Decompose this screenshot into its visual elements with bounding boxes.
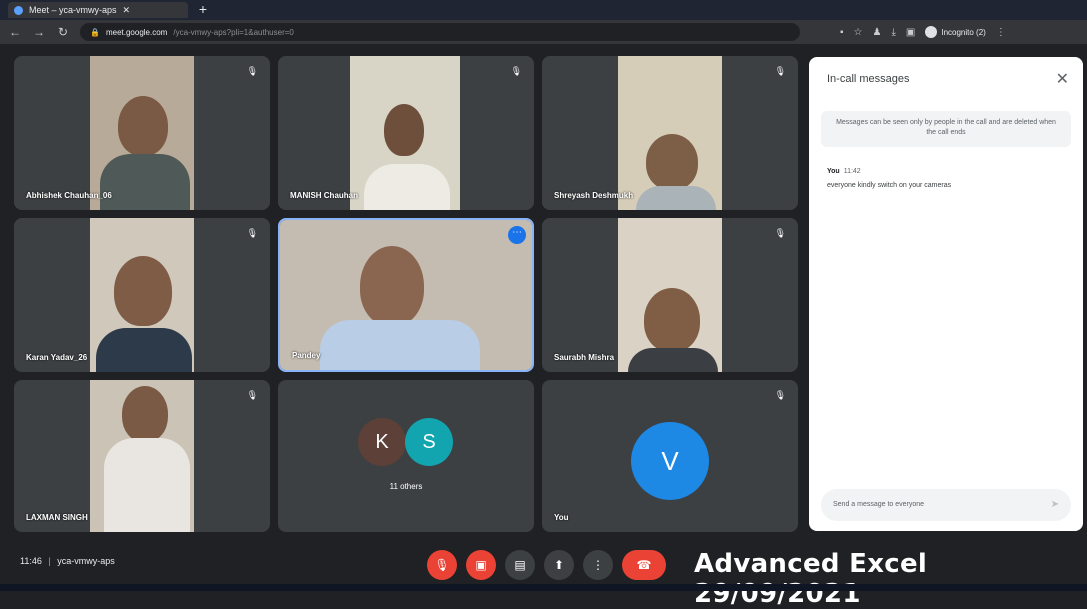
sidepanel-icon[interactable]: ▣ <box>906 27 915 38</box>
participant-video <box>618 218 722 372</box>
avatar-v: V <box>631 422 709 500</box>
participant-video <box>350 56 460 210</box>
participant-video <box>618 56 722 210</box>
avatar-k: K <box>358 418 406 466</box>
participant-name: Pandey <box>292 351 321 360</box>
participant-tile-speaking[interactable]: ⋯ Pandey <box>278 218 534 372</box>
others-tile[interactable]: K S 11 others <box>278 380 534 532</box>
camera-toggle-button[interactable]: ▣ <box>466 550 496 580</box>
participant-video <box>90 218 194 372</box>
participant-tile[interactable]: 🎙 LAXMAN SINGH <box>14 380 270 532</box>
tab-inactive[interactable] <box>723 2 818 18</box>
participant-tile[interactable]: 🎙 Shreyash Deshmukh <box>542 56 798 210</box>
url-path: /yca-vmwy-aps?pli=1&authuser=0 <box>173 27 294 37</box>
chat-input-placeholder: Send a message to everyone <box>833 501 925 508</box>
new-tab-button[interactable]: + <box>194 2 212 18</box>
present-button[interactable]: ⬆ <box>544 550 574 580</box>
star-icon[interactable]: ☆ <box>854 27 863 38</box>
hang-up-icon: ☎ <box>636 558 652 572</box>
mic-off-icon: 🎙 <box>246 228 258 238</box>
leave-call-button[interactable]: ☎ <box>622 550 666 580</box>
mic-off-icon: 🎙 <box>774 228 786 238</box>
meeting-info: 11:46 | yca-vmwy-aps <box>20 556 115 566</box>
participant-name: Karan Yadav_26 <box>26 353 88 362</box>
profile-label: Incognito (2) <box>941 27 986 37</box>
tab-title: Meet – yca-vmwy-aps <box>29 5 117 15</box>
chat-title: In-call messages <box>827 73 910 85</box>
participant-tile[interactable]: 🎙 Karan Yadav_26 <box>14 218 270 372</box>
participant-name: Shreyash Deshmukh <box>554 191 634 200</box>
mic-off-icon: 🎙 <box>246 66 258 76</box>
toolbar-icons: ▪ ☆ ♟ ⤓ ▣ Incognito (2) ⋮ <box>840 26 1006 38</box>
tab-close-icon[interactable]: ✕ <box>123 5 131 16</box>
captions-button[interactable]: ▤ <box>505 550 535 580</box>
tab-inactive[interactable] <box>824 2 919 18</box>
download-icon[interactable]: ⤓ <box>891 27 895 38</box>
url-host: meet.google.com <box>105 27 168 37</box>
camera-off-icon: ▣ <box>475 558 487 572</box>
close-icon[interactable]: ✕ <box>1056 69 1069 89</box>
send-icon[interactable]: ➤ <box>1051 499 1059 510</box>
self-tile[interactable]: V 🎙 You <box>542 380 798 532</box>
reload-icon[interactable]: ↻ <box>56 25 70 39</box>
tab-inactive[interactable] <box>319 2 414 18</box>
participant-tile[interactable]: 🎙 MANISH Chauhan <box>278 56 534 210</box>
mic-off-icon: 🎙 <box>774 66 786 76</box>
mic-off-icon: 🎙 <box>434 558 450 572</box>
meeting-time: 11:46 <box>20 556 42 566</box>
os-taskbar <box>0 584 1087 591</box>
mic-toggle-button[interactable]: 🎙 <box>427 550 457 580</box>
forward-icon[interactable]: → <box>32 25 46 39</box>
others-count: 11 others <box>389 482 423 491</box>
tab-meet[interactable]: Meet – yca-vmwy-aps ✕ <box>8 2 188 18</box>
participant-tile[interactable]: 🎙 Abhishek Chauhan_06 <box>14 56 270 210</box>
participant-name: LAXMAN SINGH <box>26 513 88 522</box>
message-header: You 11:42 <box>827 168 861 175</box>
message-sender: You <box>827 168 840 175</box>
present-icon: ⬆ <box>553 558 565 572</box>
participant-name: You <box>554 513 569 522</box>
camera-blocked-icon[interactable]: ▪ <box>840 27 844 38</box>
lock-icon: 🔒 <box>90 27 100 37</box>
meeting-code: yca-vmwy-aps <box>57 556 115 566</box>
chat-panel: In-call messages ✕ Messages can be seen … <box>809 57 1083 531</box>
menu-icon[interactable]: ⋮ <box>996 27 1006 38</box>
participant-video <box>280 220 532 370</box>
participant-tile[interactable]: 🎙 Saurabh Mishra <box>542 218 798 372</box>
profile-button[interactable]: Incognito (2) <box>925 26 986 38</box>
message-time: 11:42 <box>843 168 861 175</box>
participant-video <box>90 56 194 210</box>
chat-notice: Messages can be seen only by people in t… <box>821 111 1071 147</box>
more-options-button[interactable]: ⋮ <box>583 550 613 580</box>
more-options-icon[interactable]: ⋯ <box>508 226 526 244</box>
participant-name: Abhishek Chauhan_06 <box>26 191 112 200</box>
participant-video <box>90 380 194 532</box>
tab-inactive[interactable] <box>218 2 313 18</box>
tab-inactive[interactable] <box>420 2 515 18</box>
more-vert-icon: ⋮ <box>592 558 604 572</box>
address-bar-row: ← → ↻ 🔒 meet.google.com/yca-vmwy-aps?pli… <box>0 20 1087 44</box>
incognito-icon <box>925 26 938 38</box>
participant-name: Saurabh Mishra <box>554 353 615 362</box>
meet-favicon-icon <box>14 5 23 15</box>
url-field[interactable]: 🔒 meet.google.com/yca-vmwy-aps?pli=1&aut… <box>80 23 800 41</box>
mic-off-icon: 🎙 <box>774 390 786 400</box>
back-icon[interactable]: ← <box>8 25 22 39</box>
captions-icon: ▤ <box>514 558 526 572</box>
participant-name: MANISH Chauhan <box>290 191 358 200</box>
chat-input[interactable]: Send a message to everyone ➤ <box>821 489 1071 521</box>
tab-inactive[interactable] <box>521 2 616 18</box>
tab-inactive[interactable] <box>622 2 717 18</box>
mic-off-icon: 🎙 <box>246 390 258 400</box>
extension-icon[interactable]: ♟ <box>873 27 882 38</box>
video-overlay-caption: Advanced Excel 29/09/2021 <box>694 549 928 609</box>
tab-strip: Meet – yca-vmwy-aps ✕ + <box>0 0 1087 20</box>
avatar-s: S <box>405 418 453 466</box>
mic-off-icon: 🎙 <box>510 66 522 76</box>
message-text: everyone kindly switch on your cameras <box>827 182 952 189</box>
